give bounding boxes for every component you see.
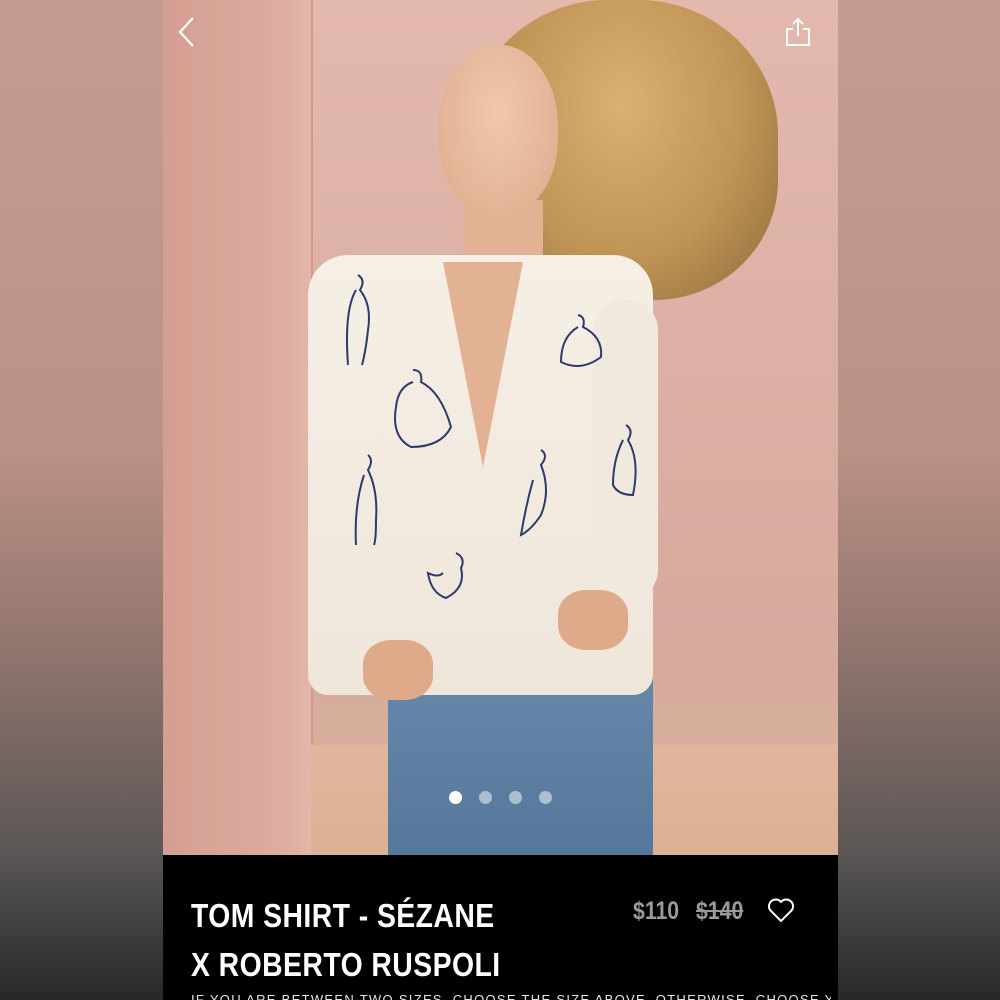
model-hand-right xyxy=(558,590,628,650)
share-button[interactable] xyxy=(778,12,818,52)
carousel-dot-1[interactable] xyxy=(449,791,462,804)
product-title: TOM SHIRT - SÉZANE X ROBERTO RUSPOLI xyxy=(191,897,501,983)
product-info-panel: TOM SHIRT - SÉZANE X ROBERTO RUSPOLI $11… xyxy=(163,855,838,1000)
product-image[interactable] xyxy=(163,0,838,855)
original-price: $140 xyxy=(696,897,744,925)
figure-print xyxy=(519,449,547,537)
figure-print xyxy=(559,314,603,367)
figure-print xyxy=(394,369,453,449)
model-face xyxy=(438,45,558,215)
figure-print xyxy=(354,454,378,546)
heart-outline-icon xyxy=(768,898,794,922)
chevron-left-icon xyxy=(178,17,194,47)
carousel-indicator xyxy=(163,791,838,804)
carousel-dot-2[interactable] xyxy=(479,791,492,804)
share-icon xyxy=(786,17,810,46)
carousel-dot-4[interactable] xyxy=(539,791,552,804)
figure-print xyxy=(346,274,370,366)
favorite-button[interactable] xyxy=(767,897,797,927)
product-screen: TOM SHIRT - SÉZANE X ROBERTO RUSPOLI $11… xyxy=(163,0,838,1000)
back-button[interactable] xyxy=(167,12,207,52)
figure-print xyxy=(426,552,464,600)
model-hand-left xyxy=(363,640,433,700)
figure-print xyxy=(611,424,637,497)
size-advice-text: IF YOU ARE BETWEEN TWO SIZES, CHOOSE THE… xyxy=(191,992,831,1000)
carousel-dot-3[interactable] xyxy=(509,791,522,804)
wall-panel xyxy=(163,0,313,855)
current-price: $110 xyxy=(633,897,680,925)
